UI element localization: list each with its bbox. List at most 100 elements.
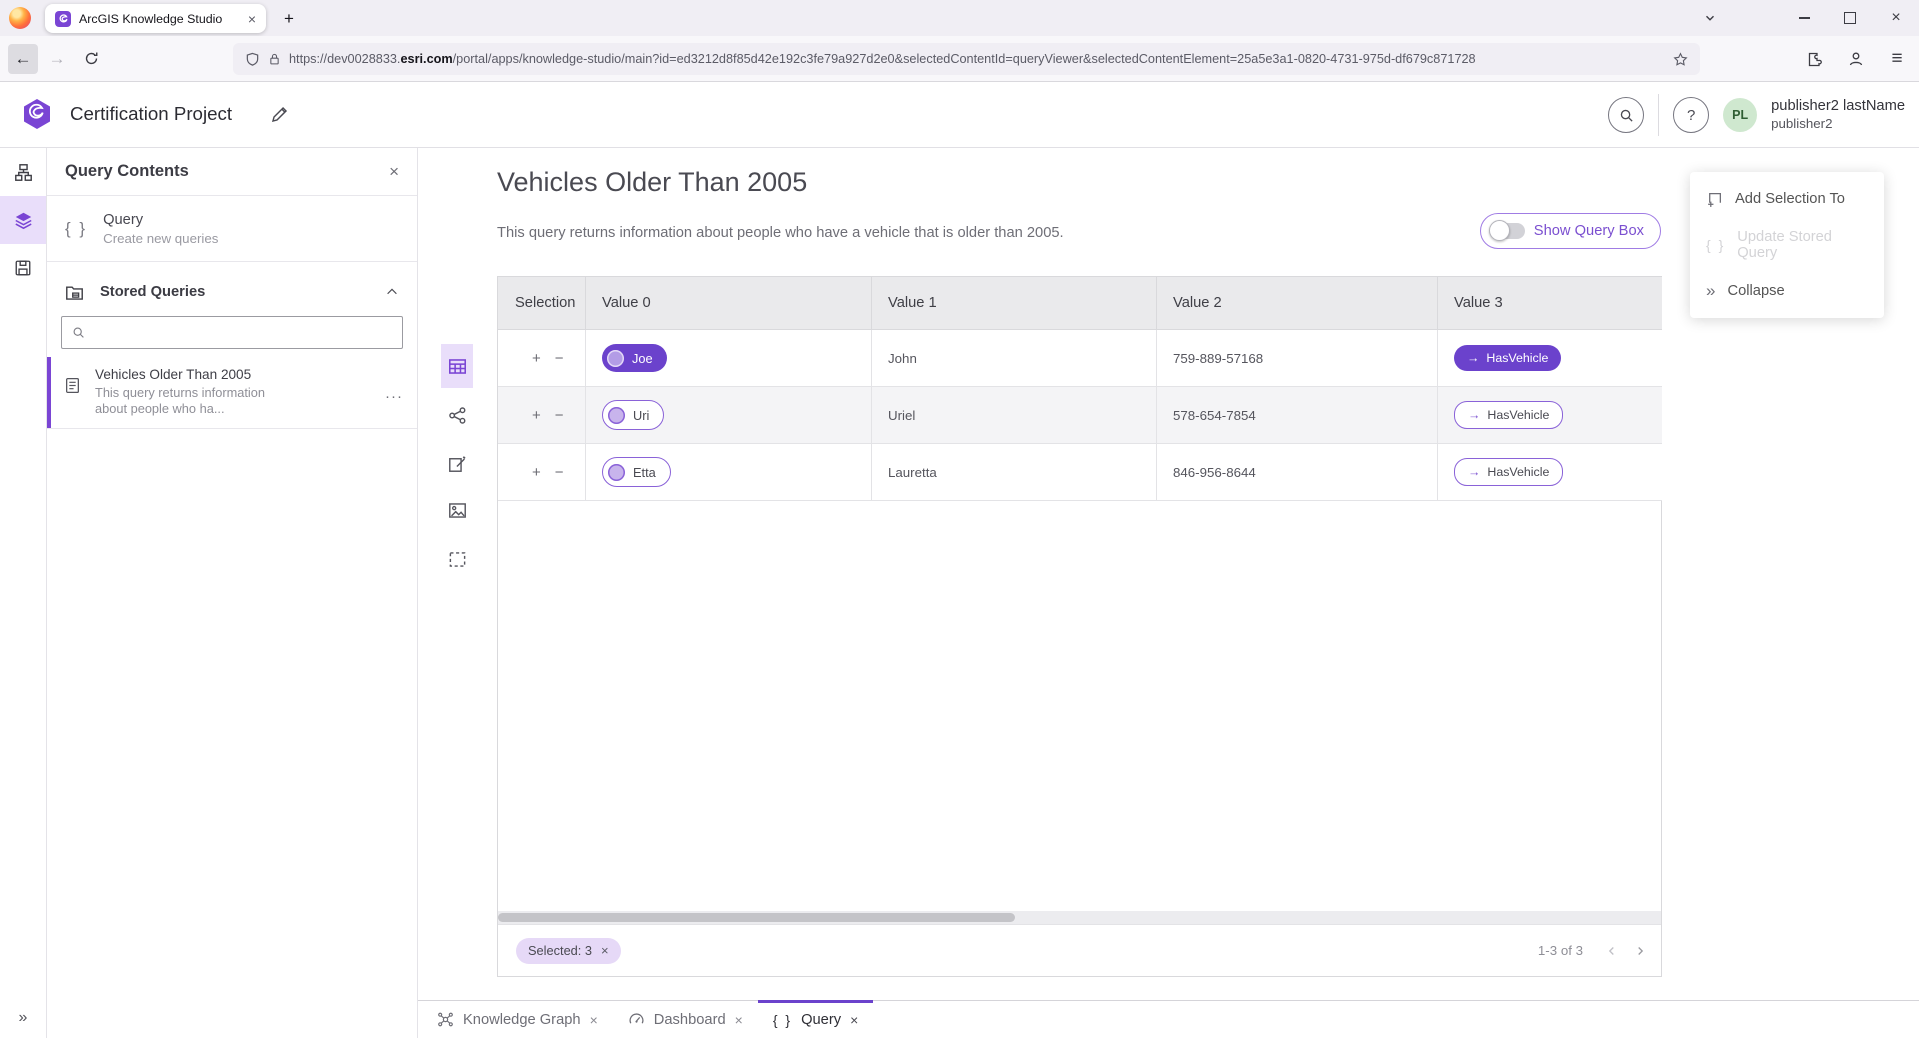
browser-tab[interactable]: ArcGIS Knowledge Studio × (45, 4, 266, 33)
back-button[interactable]: ← (8, 44, 38, 74)
show-query-box-toggle[interactable]: Show Query Box (1480, 213, 1661, 249)
selection-tools-button[interactable] (441, 537, 473, 581)
reload-icon[interactable] (76, 44, 106, 74)
relationship-pill[interactable]: →HasVehicle (1454, 458, 1563, 486)
remove-from-selection-icon[interactable]: − (555, 407, 564, 424)
window-close-button[interactable]: × (1873, 0, 1919, 36)
stored-queries-search-input[interactable] (61, 316, 403, 349)
menu-item-update-stored-query[interactable]: { } Update Stored Query (1690, 222, 1884, 268)
table-footer: Selected: 3 × 1-3 of 3 (498, 924, 1661, 976)
results-table-card: Selection Value 0 Value 1 Value 2 Value … (497, 276, 1662, 977)
entity-pill[interactable]: Joe (602, 344, 667, 372)
remove-from-selection-icon[interactable]: − (555, 464, 564, 481)
tab-query[interactable]: { } Query × (758, 1001, 873, 1038)
url-bar[interactable]: https://dev0028833.esri.com/portal/apps/… (233, 43, 1700, 75)
search-icon (72, 326, 85, 339)
url-text[interactable]: https://dev0028833.esri.com/portal/apps/… (289, 52, 1665, 66)
cell-name[interactable]: Lauretta (872, 444, 1157, 501)
tab-close-icon[interactable]: × (590, 1012, 598, 1028)
help-icon[interactable]: ? (1673, 97, 1709, 133)
bookmark-star-icon[interactable] (1673, 52, 1688, 67)
panel-title: Query Contents (65, 162, 389, 181)
clear-selection-icon[interactable]: × (601, 943, 609, 958)
relationship-pill[interactable]: →HasVehicle (1454, 401, 1563, 429)
column-header[interactable]: Value 0 (586, 277, 872, 330)
arcgis-favicon-icon (55, 11, 71, 27)
window-maximize-button[interactable] (1827, 0, 1873, 36)
rail-item-data-model[interactable] (0, 148, 46, 196)
selection-context-menu: Add Selection To { } Update Stored Query… (1690, 172, 1884, 318)
new-query-item[interactable]: { } Query Create new queries (47, 196, 417, 262)
column-header[interactable]: Selection (498, 277, 586, 330)
avatar[interactable]: PL (1723, 98, 1757, 132)
entity-pill[interactable]: Etta (602, 457, 671, 487)
firefox-icon[interactable] (9, 7, 31, 29)
user-handle: publisher2 (1771, 115, 1905, 132)
column-header[interactable]: Value 2 (1157, 277, 1438, 330)
browser-tab-title: ArcGIS Knowledge Studio (79, 12, 240, 26)
data-model-icon (14, 163, 33, 182)
extensions-icon[interactable] (1801, 44, 1829, 74)
rail-item-contents[interactable] (0, 196, 46, 244)
entity-pill[interactable]: Uri (602, 400, 664, 430)
view-chart-button[interactable] (441, 441, 473, 485)
view-map-button[interactable] (441, 488, 473, 532)
entity-dot-icon (608, 464, 625, 481)
header-divider (1658, 94, 1659, 136)
add-to-selection-icon[interactable]: + (532, 407, 541, 424)
relationship-pill[interactable]: →HasVehicle (1454, 345, 1561, 371)
stored-queries-header[interactable]: Stored Queries (47, 272, 417, 312)
dashboard-gauge-icon (628, 1011, 645, 1028)
account-icon[interactable] (1842, 44, 1870, 74)
table-icon (448, 357, 467, 376)
search-icon[interactable] (1608, 97, 1644, 133)
show-query-box-label: Show Query Box (1534, 223, 1644, 239)
add-to-selection-icon[interactable]: + (532, 350, 541, 367)
horizontal-scrollbar[interactable] (498, 911, 1661, 924)
add-to-selection-icon[interactable]: + (532, 464, 541, 481)
view-table-button[interactable] (441, 344, 473, 388)
item-options-ellipsis-icon[interactable]: ··· (385, 388, 403, 419)
pagination-range: 1-3 of 3 (1538, 943, 1583, 958)
rail-item-save[interactable] (0, 244, 46, 292)
menu-hamburger-icon[interactable]: ≡ (1883, 44, 1911, 74)
forward-button[interactable]: → (42, 44, 72, 74)
expand-rail-chevrons-icon[interactable]: » (0, 1000, 46, 1036)
cell-name[interactable]: Uriel (872, 387, 1157, 444)
user-info[interactable]: publisher2 lastName publisher2 (1771, 98, 1905, 132)
remove-from-selection-icon[interactable]: − (555, 350, 564, 367)
new-tab-button[interactable]: + (276, 6, 302, 32)
cell-phone[interactable]: 578-654-7854 (1157, 387, 1438, 444)
browser-titlebar: ArcGIS Knowledge Studio × + × (0, 0, 1919, 36)
cell-phone[interactable]: 846-956-8644 (1157, 444, 1438, 501)
chart-edit-icon (448, 454, 467, 473)
bottom-tab-bar: Knowledge Graph × Dashboard × { } Query … (418, 1000, 1919, 1038)
tracking-shield-icon[interactable] (245, 52, 260, 67)
tab-knowledge-graph[interactable]: Knowledge Graph × (422, 1001, 613, 1038)
column-header[interactable]: Value 3 (1438, 277, 1662, 330)
view-link-chart-button[interactable] (441, 393, 473, 437)
tab-close-icon[interactable]: × (248, 11, 256, 27)
menu-item-collapse[interactable]: » Collapse (1690, 268, 1884, 314)
cell-phone[interactable]: 759-889-57168 (1157, 330, 1438, 387)
tab-dashboard[interactable]: Dashboard × (613, 1001, 758, 1038)
selected-count-chip[interactable]: Selected: 3 × (516, 938, 621, 964)
window-minimize-button[interactable] (1781, 0, 1827, 36)
tab-close-icon[interactable]: × (850, 1012, 858, 1028)
lock-icon[interactable] (268, 52, 281, 66)
cell-name[interactable]: John (872, 330, 1157, 387)
page-previous-icon[interactable] (1605, 944, 1619, 958)
scrollbar-thumb[interactable] (498, 913, 1015, 922)
folder-icon (65, 283, 84, 302)
edit-title-pencil-icon[interactable] (270, 105, 289, 124)
panel-close-icon[interactable]: × (389, 162, 399, 182)
menu-item-add-selection-to[interactable]: Add Selection To (1690, 176, 1884, 222)
chevron-up-icon[interactable] (385, 285, 399, 299)
page-next-icon[interactable] (1633, 944, 1647, 958)
stored-query-file-icon (64, 377, 81, 419)
stored-query-item[interactable]: Vehicles Older Than 2005 This query retu… (47, 357, 417, 429)
list-all-tabs-icon[interactable] (1695, 0, 1725, 36)
column-header[interactable]: Value 1 (872, 277, 1157, 330)
tab-close-icon[interactable]: × (735, 1012, 743, 1028)
toggle-switch[interactable] (1491, 223, 1525, 239)
